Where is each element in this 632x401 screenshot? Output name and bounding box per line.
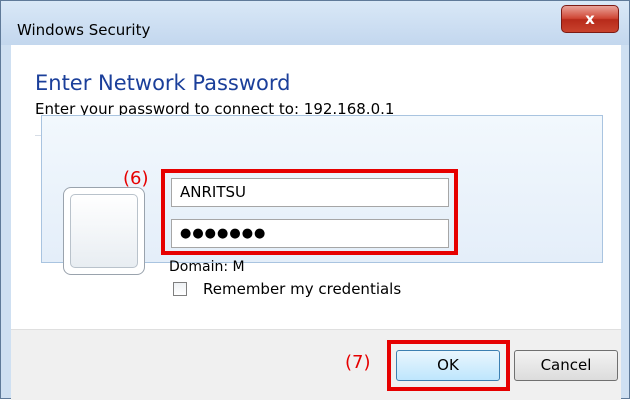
user-tile [63,187,145,275]
remember-credentials-label[interactable]: Remember my credentials [203,280,401,298]
credentials-highlight-box [161,169,458,255]
dialog-heading: Enter Network Password [35,71,291,95]
remember-credentials-checkbox[interactable] [173,282,187,296]
ok-highlight-box [387,340,510,391]
window-title: Windows Security [17,21,151,39]
windows-security-dialog: Windows Security x Enter Network Passwor… [0,0,630,400]
cancel-button[interactable]: Cancel [514,350,618,381]
title-bar: Windows Security x [1,1,629,45]
ok-step-marker: (7) [345,352,371,373]
user-avatar-icon [70,194,138,268]
close-button[interactable]: x [561,5,619,33]
credentials-step-marker: (6) [123,168,149,189]
domain-label: Domain: M [169,259,245,275]
